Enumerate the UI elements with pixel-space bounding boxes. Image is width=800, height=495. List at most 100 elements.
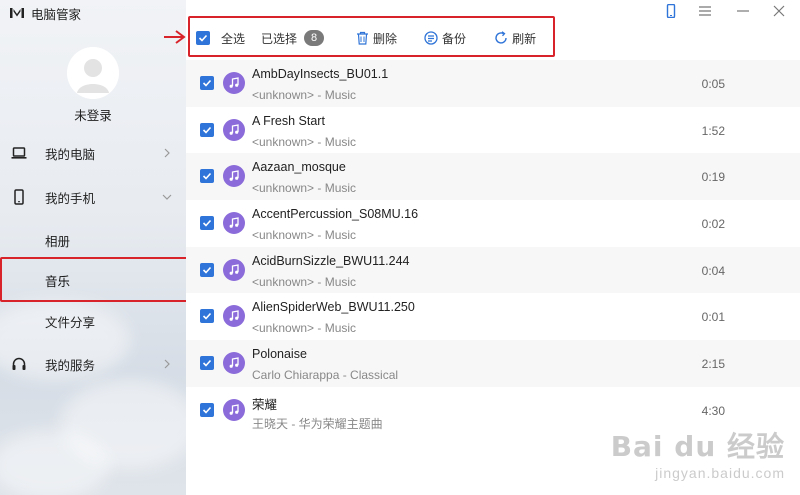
select-all-label: 全选 xyxy=(221,31,246,46)
login-status[interactable]: 未登录 xyxy=(0,105,186,124)
headset-icon xyxy=(12,357,26,370)
check-icon xyxy=(202,406,212,414)
arrow-right-icon xyxy=(164,30,186,44)
music-note-icon xyxy=(223,212,245,235)
backup-icon xyxy=(424,31,438,45)
music-note-icon xyxy=(223,165,245,188)
song-checkbox[interactable] xyxy=(200,262,214,277)
sidebar-item-my-phone[interactable]: 我的手机 xyxy=(0,177,186,217)
sidebar-item-label: 我的服务 xyxy=(45,358,96,373)
song-artist-album: 王晓天 - 华为荣耀主题曲 xyxy=(252,416,383,431)
laptop-icon xyxy=(11,147,27,159)
app-logo-icon xyxy=(10,8,24,18)
check-icon xyxy=(202,126,212,134)
song-title: AcidBurnSizzle_BWU11.244 xyxy=(252,253,410,268)
music-note-icon xyxy=(223,72,245,94)
chevron-right-icon xyxy=(164,359,170,369)
song-title: AccentPercussion_S08MU.16 xyxy=(252,207,419,222)
watermark: Bai du 经验 jingyan.baidu.com xyxy=(611,425,785,481)
music-note-icon xyxy=(223,305,245,328)
list-item[interactable]: Polonaise Carlo Chiarappa - Classical 2:… xyxy=(186,340,800,387)
list-item[interactable]: AmbDayInsects_BU01.1 <unknown> - Music 0… xyxy=(186,60,800,107)
close-icon[interactable] xyxy=(772,4,786,18)
song-artist-album: <unknown> - Music xyxy=(252,134,357,149)
song-duration: 0:05 xyxy=(701,77,725,91)
sidebar-item-label: 我的手机 xyxy=(45,191,96,206)
main-panel: 全选 已选择 8 删除 备份 刷新 AmbDayInsects_BU01.1 <… xyxy=(186,0,800,495)
song-checkbox[interactable] xyxy=(200,309,214,324)
delete-label: 删除 xyxy=(373,31,398,46)
song-checkbox[interactable] xyxy=(200,216,214,231)
list-item[interactable]: A Fresh Start <unknown> - Music 1:52 xyxy=(186,107,800,154)
trash-icon xyxy=(357,31,369,45)
user-avatar-icon xyxy=(67,47,119,99)
song-artist-album: <unknown> - Music xyxy=(252,321,357,336)
sidebar-item-my-services[interactable]: 我的服务 xyxy=(0,344,186,384)
song-checkbox[interactable] xyxy=(200,169,214,184)
check-icon xyxy=(202,79,212,87)
song-duration: 2:15 xyxy=(701,357,725,372)
song-checkbox[interactable] xyxy=(200,356,214,371)
song-artist-album: <unknown> - Music xyxy=(252,181,357,196)
sidebar: 电脑管家 未登录 我的电脑 我的手机 相册 音乐 文件分享 我的服务 xyxy=(0,0,186,495)
song-duration: 0:02 xyxy=(701,217,725,232)
sidebar-item-file-share[interactable]: 文件分享 xyxy=(0,301,186,341)
song-checkbox[interactable] xyxy=(200,76,214,90)
sidebar-item-label: 我的电脑 xyxy=(45,147,96,162)
phone-mode-icon[interactable] xyxy=(664,4,678,18)
song-title: Aazaan_mosque xyxy=(252,160,346,175)
refresh-icon xyxy=(495,31,507,44)
phone-icon xyxy=(14,189,24,205)
check-icon xyxy=(202,266,212,274)
menu-icon[interactable] xyxy=(698,4,712,18)
backup-button[interactable]: 备份 xyxy=(424,30,466,47)
check-icon xyxy=(202,360,212,367)
refresh-button[interactable]: 刷新 xyxy=(494,30,536,47)
chevron-down-icon xyxy=(162,194,172,200)
song-duration: 0:19 xyxy=(701,170,725,185)
watermark-url: jingyan.baidu.com xyxy=(655,465,785,481)
selected-count-badge: 8 xyxy=(304,30,325,46)
selected-count: 已选择 8 xyxy=(261,30,325,47)
song-duration: 1:52 xyxy=(701,123,725,138)
song-artist-album: <unknown> - Music xyxy=(252,274,357,289)
backup-label: 备份 xyxy=(442,31,467,46)
song-checkbox[interactable] xyxy=(200,122,214,137)
app-title: 电脑管家 xyxy=(31,7,82,22)
song-checkbox[interactable] xyxy=(200,402,214,417)
checkbox-checked-icon xyxy=(196,31,210,45)
song-duration: 0:04 xyxy=(701,263,725,278)
minimize-icon[interactable] xyxy=(736,4,750,18)
sidebar-item-photos[interactable]: 相册 xyxy=(0,220,186,260)
sidebar-item-my-computer[interactable]: 我的电脑 xyxy=(0,133,186,173)
toolbar: 全选 已选择 8 删除 备份 刷新 xyxy=(196,28,536,48)
delete-button[interactable]: 删除 xyxy=(356,30,397,47)
chevron-right-icon xyxy=(164,148,170,158)
music-note-icon xyxy=(223,352,245,375)
song-title: AlienSpiderWeb_BWU11.250 xyxy=(252,300,415,315)
refresh-label: 刷新 xyxy=(512,31,537,46)
song-artist-album: <unknown> - Music xyxy=(252,228,357,243)
check-icon xyxy=(202,173,212,181)
list-item[interactable]: AccentPercussion_S08MU.16 <unknown> - Mu… xyxy=(186,200,800,247)
music-note-icon xyxy=(223,398,245,421)
check-icon xyxy=(202,313,212,321)
selected-label: 已选择 xyxy=(261,31,298,46)
list-item[interactable]: AcidBurnSizzle_BWU11.244 <unknown> - Mus… xyxy=(186,246,800,294)
music-note-icon xyxy=(223,258,245,281)
selection-highlight-box xyxy=(0,257,186,302)
app-title-bar: 电脑管家 xyxy=(10,4,81,22)
song-title: AmbDayInsects_BU01.1 xyxy=(252,67,389,81)
song-artist-album: <unknown> - Music xyxy=(252,88,357,102)
list-item[interactable]: AlienSpiderWeb_BWU11.250 <unknown> - Mus… xyxy=(186,293,800,340)
check-icon xyxy=(202,220,212,227)
select-all-checkbox[interactable]: 全选 xyxy=(196,30,245,47)
song-title: 荣耀 xyxy=(252,397,278,412)
song-duration: 4:30 xyxy=(701,403,725,418)
song-list: AmbDayInsects_BU01.1 <unknown> - Music 0… xyxy=(186,60,800,434)
avatar[interactable] xyxy=(67,47,119,99)
watermark-logo: Bai du 经验 xyxy=(610,430,785,463)
song-title: Polonaise xyxy=(252,347,307,362)
song-title: A Fresh Start xyxy=(252,113,325,128)
list-item[interactable]: Aazaan_mosque <unknown> - Music 0:19 xyxy=(186,153,800,201)
